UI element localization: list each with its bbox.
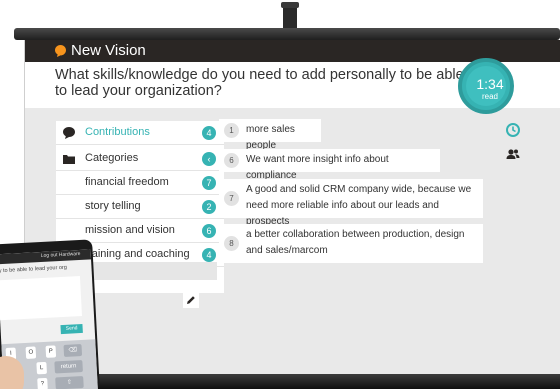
speech-bubble-logo-icon — [55, 45, 66, 57]
count-badge: 6 — [202, 224, 216, 238]
chevron-left-icon[interactable]: ‹ — [202, 152, 216, 166]
contribution-card[interactable]: 1 more sales people — [219, 119, 321, 151]
count-badge: 2 — [202, 200, 216, 214]
count-badge: 4 — [202, 126, 216, 140]
timer-label: read — [481, 92, 498, 101]
sidebar-item-categories[interactable]: Categories ‹ — [56, 147, 224, 171]
contribution-card[interactable]: 6 We want more insight info about compli… — [219, 149, 440, 181]
panel-pointer — [193, 124, 201, 138]
return-key[interactable]: return — [54, 360, 83, 374]
shift-key[interactable]: ⇧ — [55, 375, 84, 389]
tablet-logout-link[interactable]: Log out Hardware — [41, 251, 81, 259]
category-label: story telling — [85, 200, 141, 212]
key-l[interactable]: L — [36, 361, 47, 375]
pencil-icon[interactable] — [183, 292, 199, 308]
card-number: 6 — [224, 153, 239, 168]
tablet-send-button[interactable]: Send — [60, 323, 83, 335]
clock-icon[interactable] — [505, 122, 521, 138]
sidebar-item-label: Categories — [85, 152, 139, 164]
category-label: training and coaching — [85, 248, 190, 260]
tablet-answer-textarea[interactable] — [0, 276, 82, 321]
timer-face: 1:34 read — [466, 66, 506, 106]
card-number: 1 — [224, 123, 239, 138]
contribution-card[interactable]: 8 a better collaboration between product… — [219, 224, 483, 263]
speech-bubble-icon — [63, 127, 75, 139]
sidebar-item-label: Contributions — [85, 126, 150, 138]
tablet-top-bar: Log out Hardware — [0, 249, 92, 265]
key-p[interactable]: P — [45, 345, 57, 358]
tablet-question-text: ly to be able to lead your org — [0, 264, 68, 275]
category-item[interactable]: financial freedom 7 — [56, 171, 224, 195]
card-number: 8 — [224, 236, 239, 251]
count-badge: 7 — [202, 176, 216, 190]
timer-widget[interactable]: 1:34 read — [458, 58, 514, 114]
category-item[interactable]: story telling 2 — [56, 195, 224, 219]
card-text: A good and solid CRM company wide, becau… — [246, 184, 472, 227]
people-icon[interactable] — [505, 146, 521, 162]
app-title: New Vision — [71, 42, 146, 59]
screen-hanger — [281, 2, 299, 30]
contribution-card[interactable]: 7 A good and solid CRM company wide, bec… — [219, 179, 483, 227]
key-question-mark[interactable]: ? — [37, 377, 48, 389]
folder-icon — [63, 155, 75, 164]
card-number: 7 — [224, 191, 239, 206]
count-badge: 4 — [202, 248, 216, 262]
projector-screen-top-bar — [14, 28, 560, 40]
timer-time: 1:34 — [476, 76, 504, 92]
key-o[interactable]: O — [25, 346, 37, 359]
question-text: What skills/knowledge do you need to add… — [55, 67, 464, 99]
projected-screen: New Vision What skills/knowledge do you … — [24, 40, 560, 374]
category-label: financial freedom — [85, 176, 169, 188]
card-text: a better collaboration between productio… — [246, 229, 465, 256]
category-label: mission and vision — [85, 224, 175, 236]
backspace-key[interactable]: ⌫ — [63, 344, 83, 357]
